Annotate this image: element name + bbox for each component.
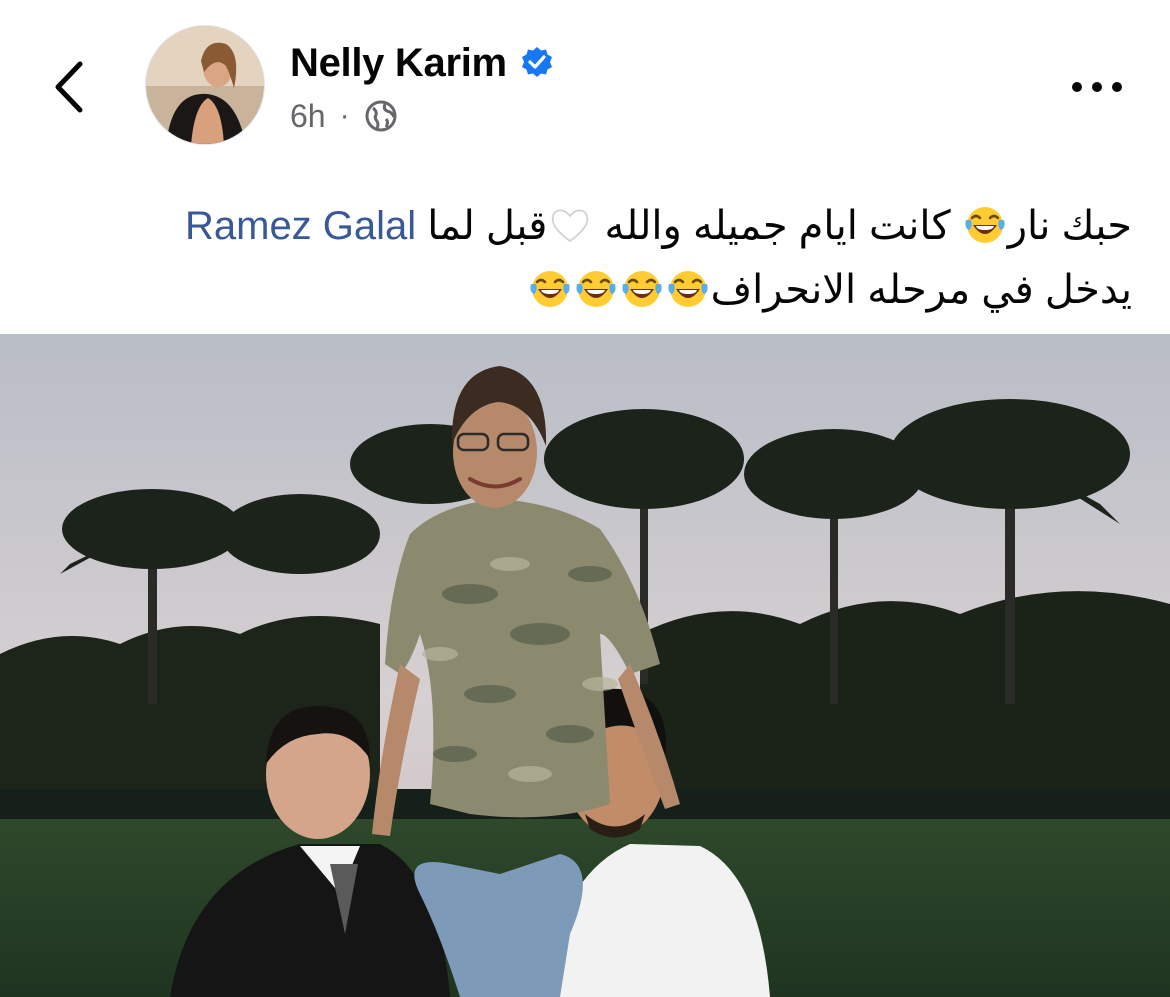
more-options-button[interactable]	[1064, 72, 1130, 102]
tears-of-joy-emoji	[963, 202, 1007, 246]
post-timestamp[interactable]: 6h	[290, 98, 326, 135]
verified-badge-icon	[519, 45, 555, 81]
back-button[interactable]	[46, 52, 96, 122]
mention-link[interactable]: Ramez Galal	[185, 204, 416, 248]
post-caption: حبك نار كانت ايام جميله والله قبل لما Ra…	[40, 194, 1132, 322]
white-heart-emoji	[548, 202, 592, 246]
tears-of-joy-emoji	[574, 266, 618, 310]
author-avatar[interactable]	[145, 25, 265, 145]
globe-icon[interactable]	[364, 99, 398, 133]
caption-line-2: يدخل في مرحله الانحراف	[40, 258, 1132, 322]
tears-of-joy-emoji	[620, 266, 664, 310]
author-name[interactable]: Nelly Karim	[290, 41, 507, 86]
post-photo[interactable]	[0, 334, 1170, 997]
caption-line-1: حبك نار كانت ايام جميله والله قبل لما Ra…	[40, 194, 1132, 258]
caption-text-part: حبك نار	[1007, 204, 1132, 248]
tears-of-joy-emoji	[666, 266, 710, 310]
caption-text-part: كانت ايام جميله والله	[593, 204, 962, 248]
meta-separator: ·	[339, 99, 350, 132]
caption-text-part: يدخل في مرحله الانحراف	[710, 268, 1132, 312]
tears-of-joy-emoji	[528, 266, 572, 310]
post-header: Nelly Karim 6h ·	[0, 0, 1170, 170]
caption-text-part: قبل لما	[416, 204, 548, 248]
more-dots-icon	[1072, 82, 1122, 92]
chevron-left-icon	[55, 61, 83, 113]
